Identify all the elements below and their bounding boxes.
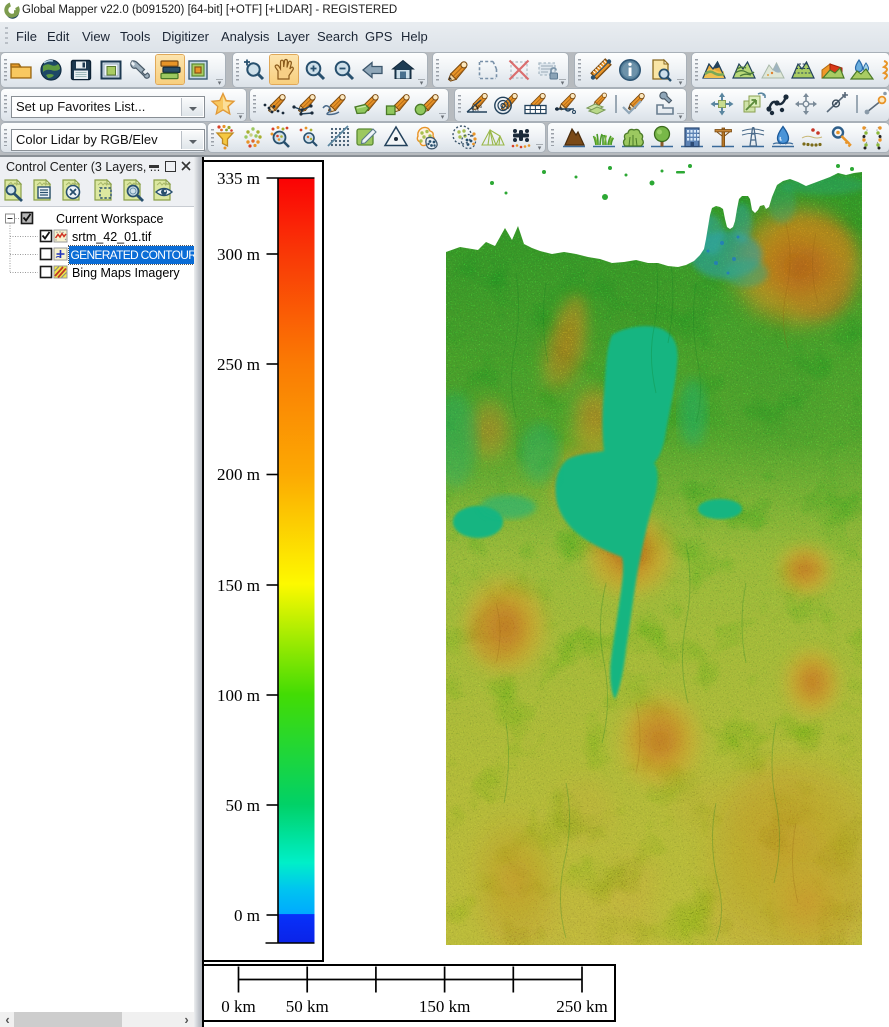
svg-text:X°: X° [474, 105, 482, 113]
